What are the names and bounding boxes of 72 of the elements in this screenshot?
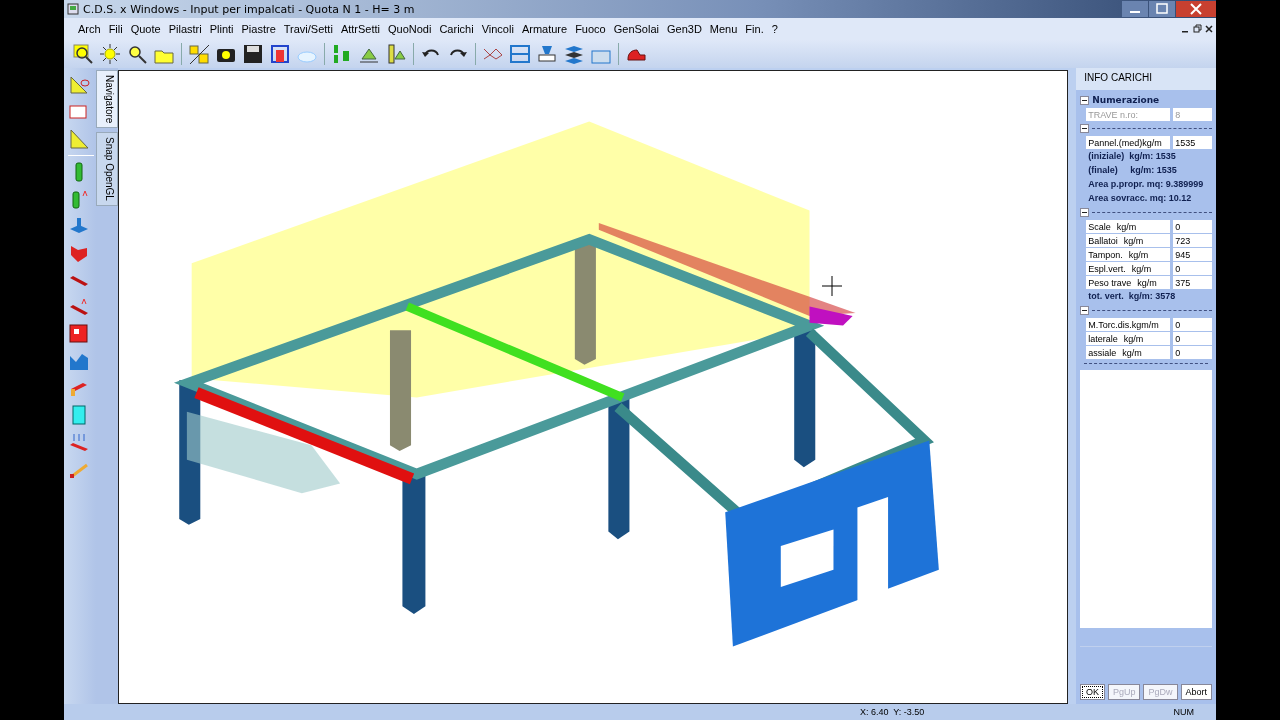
menu-item[interactable]: Fili <box>104 23 127 35</box>
info-text: (iniziale) kg/m: 1535 <box>1088 150 1177 163</box>
section-header: Numerazione <box>1092 95 1160 105</box>
collapse-icon[interactable] <box>1080 95 1090 105</box>
sun-icon[interactable] <box>99 43 121 65</box>
field-label: Ballatoi kg/m <box>1086 234 1171 247</box>
restore-icon[interactable] <box>1192 24 1202 34</box>
value-field[interactable]: 0 <box>1173 220 1212 233</box>
window-title: C.D.S. x Windows - Input per impalcati - Quota N 1 - H= 3 m <box>83 2 415 16</box>
value-field[interactable]: 375 <box>1173 276 1212 289</box>
coordinates-text: X: 6.40 Y: -3.50 <box>860 707 925 717</box>
value-field[interactable]: 1535 <box>1173 136 1212 149</box>
side-tab[interactable]: Navigatore <box>95 70 118 129</box>
zoom-window-icon[interactable] <box>72 43 94 65</box>
value-field[interactable]: 0 <box>1173 262 1212 275</box>
menu-item[interactable]: Carichi <box>435 23 478 35</box>
info-text: Area p.propr. mq: 9.389999 <box>1088 178 1205 191</box>
field-label: laterale kg/m <box>1086 332 1171 345</box>
menu-item[interactable]: Vincoli <box>477 23 518 35</box>
menu-item[interactable]: Fin. <box>741 23 768 35</box>
dialog-button[interactable]: OK <box>1080 684 1105 700</box>
info-text: (finale) kg/m: 1535 <box>1088 164 1178 177</box>
num-lock-indicator: NUM <box>1173 707 1194 717</box>
column-support-icon[interactable] <box>385 43 407 65</box>
app-icon <box>67 3 79 15</box>
menu-item[interactable]: QuoNodi <box>384 23 436 35</box>
field-label: TRAVE n.ro: <box>1086 108 1171 121</box>
building-icon[interactable] <box>269 43 291 65</box>
field-label: Peso trave kg/m <box>1086 276 1171 289</box>
collapse-icon[interactable] <box>1080 207 1090 217</box>
rack-icon[interactable] <box>509 43 531 65</box>
field-label: Tampon. kg/m <box>1086 248 1171 261</box>
menu-item[interactable]: GenSolai <box>609 23 663 35</box>
maximize-icon[interactable] <box>1149 1 1175 17</box>
crosshair-cursor-icon <box>821 276 842 296</box>
value-field[interactable]: 0 <box>1173 318 1212 331</box>
value-field[interactable]: 0 <box>1173 346 1212 359</box>
field-label: Scale kg/m <box>1086 220 1171 233</box>
triangle-ruler-icon[interactable] <box>68 128 90 150</box>
field-label: assiale kg/m <box>1086 346 1171 359</box>
value-field[interactable]: 945 <box>1173 248 1212 261</box>
beam-icon[interactable] <box>68 296 90 318</box>
menu-item[interactable]: AttrSetti <box>336 23 384 35</box>
collapse-icon[interactable] <box>1080 305 1090 315</box>
menu-item[interactable]: Fuoco <box>571 23 610 35</box>
info-text: tot. vert. kg/m: 3578 <box>1088 290 1177 303</box>
value-field[interactable]: 0 <box>1173 332 1212 345</box>
stamp-icon[interactable] <box>536 43 558 65</box>
menu-item[interactable]: Travi/Setti <box>279 23 337 35</box>
menu-item[interactable]: Menu <box>705 23 742 35</box>
panel-title: INFO CARICHI <box>1083 71 1154 85</box>
side-tab[interactable]: Snap OpenGL <box>95 132 118 207</box>
menu-item[interactable]: Piastre <box>237 23 280 35</box>
collapse-icon[interactable] <box>1080 123 1090 133</box>
shapes-icon[interactable] <box>188 43 210 65</box>
field-label: Espl.vert. kg/m <box>1086 262 1171 275</box>
menu-item[interactable]: Arch <box>74 23 105 35</box>
info-text: Area sovracc. mq: 10.12 <box>1088 192 1193 205</box>
field-label: Pannel.(med)kg/m <box>1086 136 1171 149</box>
field-label: M.Torc.dis.kgm/m <box>1086 318 1171 331</box>
menu-item[interactable]: Plinti <box>205 23 238 35</box>
dialog-button[interactable]: Abort <box>1180 684 1212 700</box>
menu-item[interactable]: Pilastri <box>164 23 206 35</box>
value-field[interactable]: 723 <box>1173 234 1212 247</box>
loaded-beam-icon[interactable] <box>68 431 90 453</box>
menu-item[interactable]: Gen3D <box>662 23 706 35</box>
wall-icon[interactable] <box>68 323 90 345</box>
close-icon[interactable] <box>1204 24 1214 34</box>
magnifier-icon[interactable] <box>126 43 148 65</box>
menu-item[interactable]: Quote <box>126 23 165 35</box>
menu-item[interactable]: Armature <box>517 23 572 35</box>
menu-item[interactable]: ? <box>767 23 782 35</box>
